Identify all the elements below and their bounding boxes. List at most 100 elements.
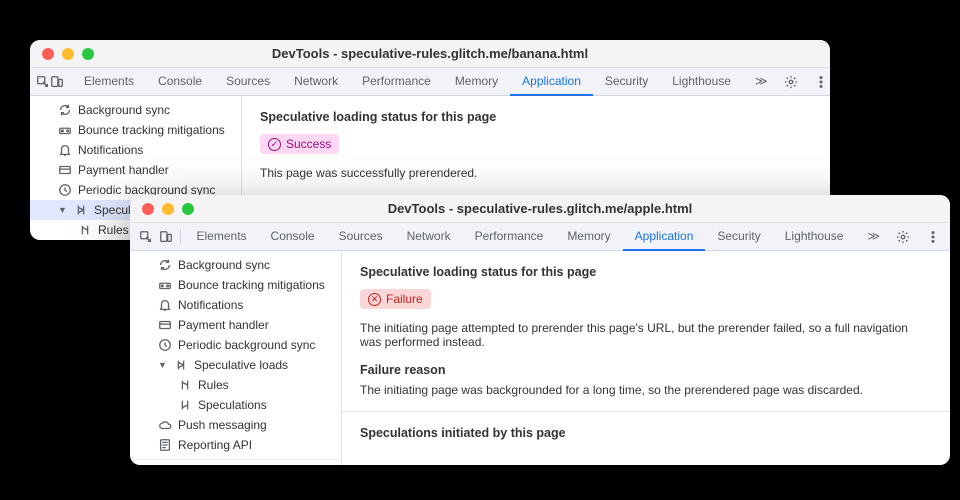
tab-console[interactable]: Console [259,223,327,251]
separator [180,229,181,245]
tab-elements[interactable]: Elements [72,68,146,96]
window-controls [30,48,94,60]
device-icon[interactable] [156,226,176,248]
sidebar-item-background-sync[interactable]: Background sync [30,100,241,120]
card-icon [158,318,172,332]
tab-console[interactable]: Console [146,68,214,96]
sidebar-section-frames: Frames [130,459,341,465]
sidebar: Background sync Bounce tracking mitigati… [130,251,342,465]
tab-sources[interactable]: Sources [327,223,395,251]
close-icon[interactable] [42,48,54,60]
sidebar-item-bounce[interactable]: Bounce tracking mitigations [130,275,341,295]
titlebar: DevTools - speculative-rules.glitch.me/a… [130,195,950,223]
bell-icon [58,143,72,157]
sidebar-item-rules[interactable]: Rules [130,375,341,395]
tab-lighthouse[interactable]: Lighthouse [660,68,743,96]
inspect-icon[interactable] [136,226,156,248]
devtools-window-apple: DevTools - speculative-rules.glitch.me/a… [130,195,950,465]
sync-icon [158,258,172,272]
tree-label: Bounce tracking mitigations [78,123,225,137]
tree-label: Periodic background sync [178,338,315,352]
tab-application[interactable]: Application [510,68,593,96]
tab-application[interactable]: Application [623,223,706,251]
tab-performance[interactable]: Performance [350,68,443,96]
tab-elements[interactable]: Elements [185,223,259,251]
spec-icon [178,398,192,412]
tree-label: Speculative loads [194,358,288,372]
close-icon[interactable] [142,203,154,215]
tab-memory[interactable]: Memory [555,223,622,251]
window-title: DevTools - speculative-rules.glitch.me/b… [30,46,830,61]
check-icon: ✓ [268,138,281,151]
sidebar-item-background-sync[interactable]: Background sync [130,255,341,275]
sidebar-item-periodic-sync[interactable]: Periodic background sync [130,335,341,355]
sync-icon [58,103,72,117]
gear-icon[interactable] [780,71,802,93]
clock-icon [58,183,72,197]
sidebar-item-speculations[interactable]: Speculations [130,395,341,415]
status-text: The initiating page attempted to prerend… [360,321,932,349]
gear-icon[interactable] [892,226,914,248]
tree-label: Push messaging [178,418,267,432]
report-icon [158,438,172,452]
tree-label: Notifications [178,298,243,312]
tab-memory[interactable]: Memory [443,68,510,96]
sidebar-item-bounce[interactable]: Bounce tracking mitigations [30,120,241,140]
tree-label: Payment handler [78,163,169,177]
tab-security[interactable]: Security [593,68,660,96]
tree-label: Payment handler [178,318,269,332]
spec-icon [78,223,92,237]
bounce-icon [158,278,172,292]
content-panel: Speculative loading status for this page… [342,251,950,465]
failure-reason-text: The initiating page was backgrounded for… [360,383,932,397]
tree-label: Background sync [178,258,270,272]
clock-icon [158,338,172,352]
kebab-icon[interactable] [810,71,830,93]
tree-label: Speculations [198,398,267,412]
divider [342,411,950,412]
status-title: Speculative loading status for this page [260,110,812,124]
tab-performance[interactable]: Performance [463,223,556,251]
tab-sources[interactable]: Sources [214,68,282,96]
tabs-overflow-icon[interactable]: ≫ [855,223,892,251]
tabs-overflow-icon[interactable]: ≫ [743,68,780,96]
cloud-icon [158,418,172,432]
minimize-icon[interactable] [62,48,74,60]
bounce-icon [58,123,72,137]
tree-label: Background sync [78,103,170,117]
device-icon[interactable] [50,71,64,93]
status-badge: ✕ Failure [360,289,431,309]
sidebar-item-payment[interactable]: Payment handler [30,160,241,180]
caret-down-icon: ▼ [58,205,68,215]
failure-reason-title: Failure reason [360,363,932,377]
window-title: DevTools - speculative-rules.glitch.me/a… [130,201,950,216]
sidebar-item-speculative-loads[interactable]: ▼Speculative loads [130,355,341,375]
badge-label: Failure [386,292,423,306]
spec-icon [178,378,192,392]
sidebar-item-reporting[interactable]: Reporting API [130,435,341,455]
devtools-toolbar: Elements Console Sources Network Perform… [130,223,950,251]
tab-network[interactable]: Network [282,68,350,96]
zoom-icon[interactable] [182,203,194,215]
card-icon [58,163,72,177]
status-text: This page was successfully prerendered. [260,166,812,180]
spec-icon [174,358,188,372]
bell-icon [158,298,172,312]
sidebar-item-notifications[interactable]: Notifications [30,140,241,160]
sidebar-item-push[interactable]: Push messaging [130,415,341,435]
devtools-toolbar: Elements Console Sources Network Perform… [30,68,830,96]
badge-label: Success [286,137,331,151]
window-controls [130,203,194,215]
tab-lighthouse[interactable]: Lighthouse [773,223,856,251]
zoom-icon[interactable] [82,48,94,60]
sidebar-item-notifications[interactable]: Notifications [130,295,341,315]
x-icon: ✕ [368,293,381,306]
inspect-icon[interactable] [36,71,50,93]
kebab-icon[interactable] [922,226,944,248]
tree-label: Bounce tracking mitigations [178,278,325,292]
spec-icon [74,203,88,217]
tab-network[interactable]: Network [395,223,463,251]
sidebar-item-payment[interactable]: Payment handler [130,315,341,335]
tab-security[interactable]: Security [705,223,772,251]
minimize-icon[interactable] [162,203,174,215]
